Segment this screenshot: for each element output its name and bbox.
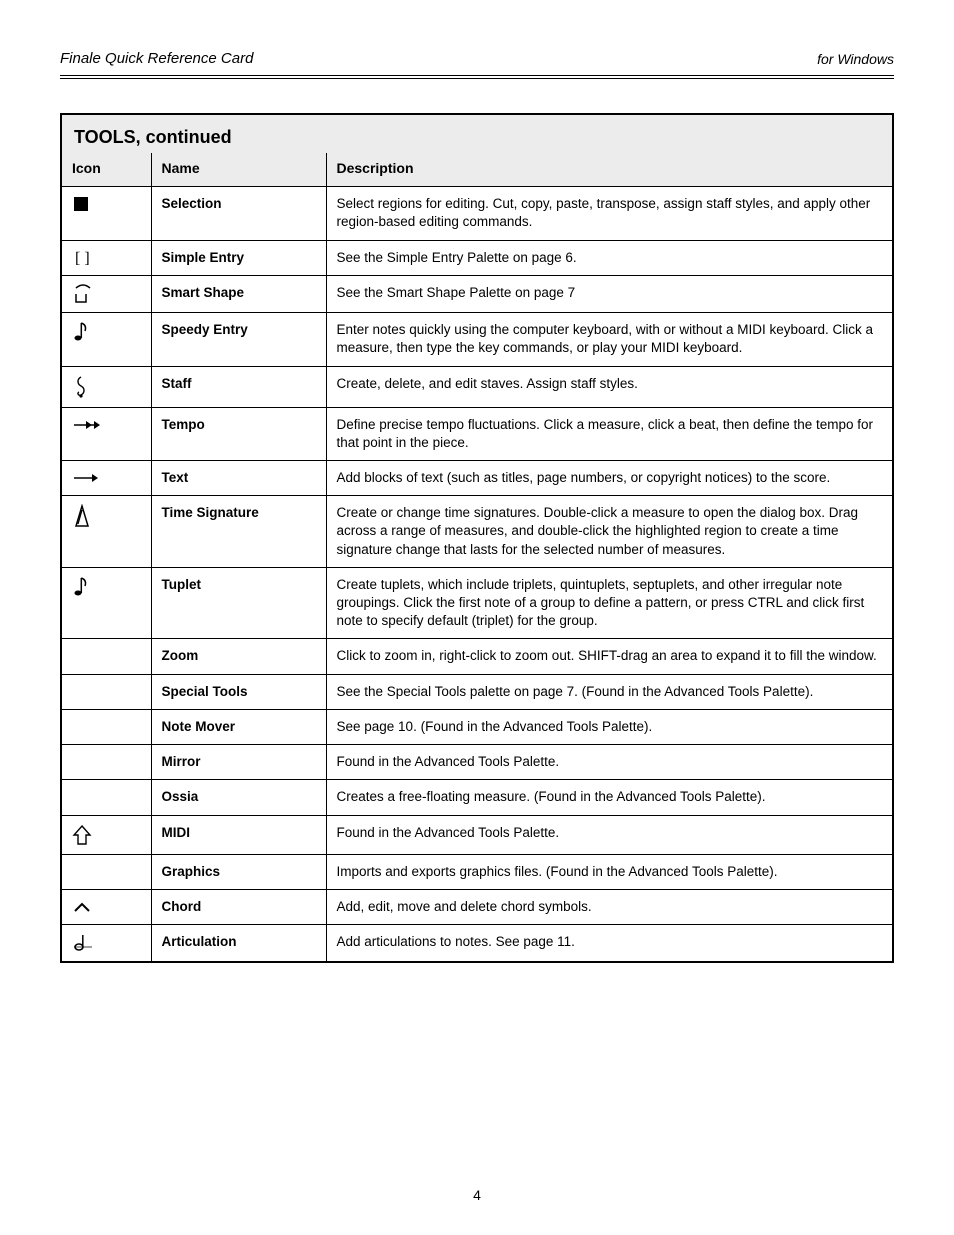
empty-icon — [61, 745, 151, 780]
table-row: ArticulationAdd articulations to notes. … — [61, 925, 893, 963]
tool-name: MIDI — [151, 815, 326, 854]
table-row: Time SignatureCreate or change time sign… — [61, 496, 893, 568]
col-header-name: Name — [151, 153, 326, 186]
tool-description: Create or change time signatures. Double… — [326, 496, 893, 568]
tools-table: TOOLS, continued Icon Name Description S… — [60, 113, 894, 963]
tool-name: Text — [151, 460, 326, 495]
table-row: TextAdd blocks of text (such as titles, … — [61, 460, 893, 495]
table-row: Smart ShapeSee the Smart Shape Palette o… — [61, 276, 893, 313]
tool-name: Zoom — [151, 639, 326, 674]
tool-description: Found in the Advanced Tools Palette. — [326, 745, 893, 780]
tool-description: Click to zoom in, right-click to zoom ou… — [326, 639, 893, 674]
table-row: GraphicsImports and exports graphics fil… — [61, 854, 893, 889]
bracket-icon: [ ] — [61, 240, 151, 275]
tool-description: Imports and exports graphics files. (Fou… — [326, 854, 893, 889]
table-title: TOOLS, continued — [61, 114, 893, 153]
tool-description: Add articulations to notes. See page 11. — [326, 925, 893, 963]
table-row: StaffCreate, delete, and edit staves. As… — [61, 366, 893, 407]
tool-name: Selection — [151, 187, 326, 240]
tool-name: Simple Entry — [151, 240, 326, 275]
table-row: ChordAdd, edit, move and delete chord sy… — [61, 889, 893, 924]
tool-name: Graphics — [151, 854, 326, 889]
tool-description: Define precise tempo fluctuations. Click… — [326, 407, 893, 460]
empty-icon — [61, 674, 151, 709]
tool-description: See the Special Tools palette on page 7.… — [326, 674, 893, 709]
tool-description: Create tuplets, which include triplets, … — [326, 567, 893, 639]
tool-description: See the Simple Entry Palette on page 6. — [326, 240, 893, 275]
table-row: MIDIFound in the Advanced Tools Palette. — [61, 815, 893, 854]
tool-name: Chord — [151, 889, 326, 924]
empty-icon — [61, 639, 151, 674]
table-row: OssiaCreates a free-floating measure. (F… — [61, 780, 893, 815]
tool-name: Staff — [151, 366, 326, 407]
half-note-icon — [61, 925, 151, 963]
tool-name: Mirror — [151, 745, 326, 780]
page-header: Finale Quick Reference Card for Windows — [60, 50, 894, 79]
col-header-desc: Description — [326, 153, 893, 186]
selection-icon — [61, 187, 151, 240]
tool-description: Add blocks of text (such as titles, page… — [326, 460, 893, 495]
table-row: Speedy EntryEnter notes quickly using th… — [61, 313, 893, 366]
tool-name: Tempo — [151, 407, 326, 460]
tool-description: Select regions for editing. Cut, copy, p… — [326, 187, 893, 240]
caret-icon — [61, 889, 151, 924]
header-left: Finale Quick Reference Card — [60, 50, 253, 67]
shift-arrow-icon — [61, 815, 151, 854]
svg-text:[ ]: [ ] — [75, 250, 90, 267]
tool-description: Found in the Advanced Tools Palette. — [326, 815, 893, 854]
single-arrow-icon — [61, 460, 151, 495]
tool-name: Time Signature — [151, 496, 326, 568]
col-header-icon: Icon — [61, 153, 151, 186]
tool-name: Special Tools — [151, 674, 326, 709]
tool-name: Articulation — [151, 925, 326, 963]
table-row: Note MoverSee page 10. (Found in the Adv… — [61, 709, 893, 744]
tool-name: Speedy Entry — [151, 313, 326, 366]
table-row: MirrorFound in the Advanced Tools Palett… — [61, 745, 893, 780]
table-row: TempoDefine precise tempo fluctuations. … — [61, 407, 893, 460]
table-row: SelectionSelect regions for editing. Cut… — [61, 187, 893, 240]
eighth-note-icon — [61, 313, 151, 366]
eighth-note-icon — [61, 567, 151, 639]
empty-icon — [61, 854, 151, 889]
treble-icon — [61, 366, 151, 407]
table-row: Special ToolsSee the Special Tools palet… — [61, 674, 893, 709]
header-right: for Windows — [817, 51, 894, 67]
tool-description: Enter notes quickly using the computer k… — [326, 313, 893, 366]
tool-description: Add, edit, move and delete chord symbols… — [326, 889, 893, 924]
double-arrow-icon — [61, 407, 151, 460]
table-row: ZoomClick to zoom in, right-click to zoo… — [61, 639, 893, 674]
tool-description: Create, delete, and edit staves. Assign … — [326, 366, 893, 407]
tool-name: Note Mover — [151, 709, 326, 744]
table-row: [ ] Simple EntrySee the Simple Entry Pale… — [61, 240, 893, 275]
tool-name: Tuplet — [151, 567, 326, 639]
tool-description: See the Smart Shape Palette on page 7 — [326, 276, 893, 313]
empty-icon — [61, 780, 151, 815]
tool-description: Creates a free-floating measure. (Found … — [326, 780, 893, 815]
empty-icon — [61, 709, 151, 744]
tool-name: Smart Shape — [151, 276, 326, 313]
slur-icon — [61, 276, 151, 313]
metronome-icon — [61, 496, 151, 568]
tool-name: Ossia — [151, 780, 326, 815]
page-number: 4 — [0, 1187, 954, 1203]
table-row: TupletCreate tuplets, which include trip… — [61, 567, 893, 639]
tool-description: See page 10. (Found in the Advanced Tool… — [326, 709, 893, 744]
